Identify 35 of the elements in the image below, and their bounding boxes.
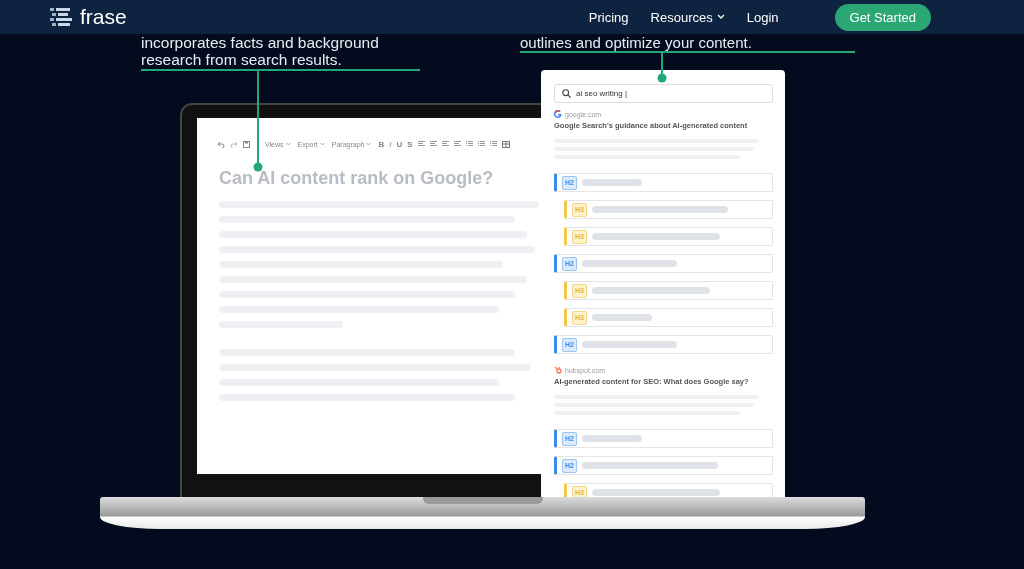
align-icon[interactable]: [441, 141, 449, 147]
logo-icon: [50, 6, 74, 28]
logo-text[interactable]: frase: [80, 5, 127, 29]
text-placeholder-line: [592, 314, 652, 321]
format-button[interactable]: I: [389, 139, 392, 149]
get-started-button[interactable]: Get Started: [834, 3, 931, 31]
list-icon[interactable]: [465, 141, 473, 147]
sprocket-icon: [554, 366, 562, 374]
align-icon[interactable]: [429, 141, 437, 147]
format-button[interactable]: B: [378, 139, 385, 149]
text-placeholder-line: [582, 435, 642, 442]
list-icon[interactable]: [489, 141, 497, 147]
save-icon[interactable]: [243, 140, 250, 148]
caret-icon: [366, 142, 372, 146]
undo-icon[interactable]: [217, 140, 225, 148]
search-icon: [562, 89, 571, 98]
caption-text: incorporates facts and background research from search results.: [141, 34, 379, 68]
align-icon[interactable]: [453, 141, 461, 147]
format-button[interactable]: S: [407, 139, 413, 149]
caret-icon: [319, 142, 325, 146]
redo-icon[interactable]: [230, 140, 238, 148]
table-icon[interactable]: [501, 140, 510, 148]
nav-link[interactable]: Pricing: [588, 9, 629, 25]
format-button[interactable]: U: [396, 139, 403, 149]
nav-link[interactable]: Resources: [650, 9, 725, 25]
caret-icon: [285, 142, 291, 146]
article-title: Can AI content rank on Google?: [219, 168, 495, 189]
caption-text: outlines and optimize your content.: [520, 34, 752, 51]
list-icon[interactable]: [477, 141, 485, 147]
search-field[interactable]: ai seo writing |: [554, 84, 773, 103]
nav-link[interactable]: Login: [746, 9, 779, 25]
g-logo-icon: [554, 110, 562, 118]
align-icon[interactable]: [417, 141, 425, 147]
caret-icon[interactable]: [716, 14, 725, 20]
text-placeholder-line: [582, 179, 642, 186]
